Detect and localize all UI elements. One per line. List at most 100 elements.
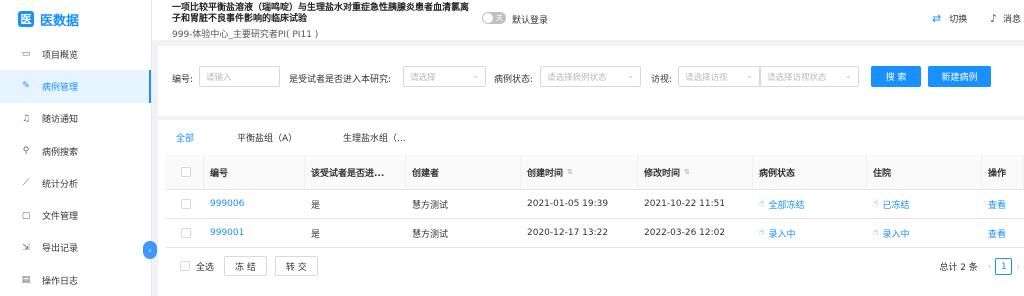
study-subtitle: 999-体验中心_主要研究者PI( PI11 ) xyxy=(172,30,319,40)
sidebar-item-6[interactable]: ⇲ 导出记录 xyxy=(0,232,151,264)
number-filter-placeholder: 请输入 xyxy=(206,72,232,83)
case-number-link[interactable]: 999001 xyxy=(204,219,305,247)
message-label: 消息 xyxy=(1003,15,1022,25)
sidebar-item-label: 随访通知 xyxy=(42,115,79,126)
sidebar-item-4[interactable]: ⟋ 统计分析 xyxy=(0,167,151,199)
tab-all[interactable]: 全部 xyxy=(176,131,194,144)
view-link[interactable]: 查看 xyxy=(982,190,1024,218)
prev-page-button[interactable]: ‹ xyxy=(988,262,992,272)
column-header-created[interactable]: 创建时间 ⇅ xyxy=(521,155,638,189)
new-case-button[interactable]: 新建病例 xyxy=(928,66,991,87)
sidebar-item-7[interactable]: ▤ 操作日志 xyxy=(0,264,151,296)
status-badge: ☝ 已冻结 xyxy=(873,198,910,211)
sidebar-item-label: 文件管理 xyxy=(42,212,79,223)
case-status-cell[interactable]: ☝ 录入中 xyxy=(753,219,867,247)
column-header-status: 病例状态 xyxy=(753,155,867,189)
sidebar-item-label: 病例搜索 xyxy=(42,147,79,158)
edit-icon: ☝ xyxy=(873,228,879,238)
inpatient-status-cell[interactable]: ☝ 录入中 xyxy=(867,219,982,247)
tab-balanced-salt[interactable]: 平衡盐组（A） xyxy=(237,131,297,144)
row-checkbox[interactable] xyxy=(181,228,191,238)
page-1-button[interactable]: 1 xyxy=(995,258,1013,275)
status-text: 已冻结 xyxy=(882,200,910,211)
sort-icon: ⇅ xyxy=(567,168,573,176)
tab-saline[interactable]: 生理盐水组（... xyxy=(343,131,406,144)
modified-cell: 2021-10-22 11:51 xyxy=(638,190,753,218)
sidebar-item-label: 统计分析 xyxy=(42,179,79,190)
export-icon: ⇲ xyxy=(22,242,30,253)
toggle-knob xyxy=(483,13,493,23)
switch-button[interactable]: ⇄ 切换 xyxy=(932,12,967,25)
case-number-link[interactable]: 999006 xyxy=(204,190,305,218)
switch-label: 切换 xyxy=(949,15,968,25)
inpatient-status-cell[interactable]: ☝ 已冻结 xyxy=(867,190,982,218)
number-filter-input[interactable]: 请输入 xyxy=(199,66,280,87)
sidebar-item-0[interactable]: ▭ 项目概览 xyxy=(0,38,151,70)
search-button[interactable]: 搜 索 xyxy=(871,66,921,87)
search-icon: ⚲ xyxy=(22,146,30,157)
chevron-down-icon: ⌄ xyxy=(845,71,852,80)
status-text: 全部冻结 xyxy=(768,200,805,211)
created-cell-text: 2021-01-05 19:39 xyxy=(527,199,609,209)
status-filter-select[interactable]: 请选择病例状态 ⌄ xyxy=(540,66,641,87)
view-link[interactable]: 查看 xyxy=(982,219,1024,247)
monitor-icon: ▭ xyxy=(21,49,31,60)
modified-cell-text: 2021-10-22 11:51 xyxy=(644,199,726,209)
footer-select-all-checkbox[interactable] xyxy=(180,261,190,271)
sidebar-item-3[interactable]: ⚲ 病例搜索 xyxy=(0,135,151,167)
case-number-link-text[interactable]: 999001 xyxy=(210,228,244,238)
bell-icon: ♫ xyxy=(21,113,31,124)
visit-filter-placeholder: 请选择访视 xyxy=(685,72,728,83)
visit-status-filter-select[interactable]: 请选择访视状态 ⌄ xyxy=(760,66,859,87)
column-header-modified[interactable]: 修改时间 ⇅ xyxy=(638,155,753,189)
column-header-number: 编号 xyxy=(204,155,305,189)
freeze-button[interactable]: 冻 结 xyxy=(224,256,267,276)
sidebar-item-1[interactable]: ✎ 病例管理 xyxy=(0,70,151,103)
column-header-entered: 该受试者是否进... xyxy=(305,155,406,189)
view-link-text[interactable]: 查看 xyxy=(988,227,1006,240)
creator-cell: 慧方测试 xyxy=(406,190,521,218)
creator-cell-text: 慧方测试 xyxy=(412,229,449,240)
entered-filter-placeholder: 请选择 xyxy=(410,72,436,83)
column-header-modified-label: 修改时间 xyxy=(644,168,681,179)
visit-filter-select[interactable]: 请选择访视 ⌄ xyxy=(678,66,760,87)
logo-text: 医数据 xyxy=(40,13,80,29)
entered-cell-text: 是 xyxy=(311,229,321,240)
select-all-checkbox[interactable] xyxy=(181,167,191,177)
case-number-link-text[interactable]: 999006 xyxy=(210,199,244,209)
view-link-text[interactable]: 查看 xyxy=(988,198,1006,211)
entered-filter-select[interactable]: 请选择 ⌄ xyxy=(403,66,486,87)
pagination: 总计 2 条 ‹ 1 › xyxy=(939,258,1024,275)
row-checkbox[interactable] xyxy=(181,199,191,209)
sort-icon: ⇅ xyxy=(684,168,690,176)
created-cell: 2020-12-17 13:22 xyxy=(521,219,638,247)
default-login-toggle[interactable]: 关 xyxy=(482,12,506,24)
edit-icon: ☝ xyxy=(759,228,765,238)
message-button[interactable]: ♪ 消息 xyxy=(990,12,1021,25)
sidebar-item-label: 项目概览 xyxy=(42,50,79,61)
next-page-button[interactable]: › xyxy=(1016,262,1020,272)
sidebar-collapse-button[interactable]: ‹ xyxy=(143,241,157,259)
sidebar: 医 医数据 ▭ 项目概览 ✎ 病例管理 ♫ 随访通知 ⚲ 病例搜索 ⟋ 统计分析 ▢ 文件管理 ⇲ 导出记… xyxy=(0,0,152,296)
transfer-button[interactable]: 转 交 xyxy=(274,256,318,276)
chevron-down-icon: ⌄ xyxy=(746,71,753,80)
case-status-cell[interactable]: ☝ 全部冻结 xyxy=(753,190,867,218)
creator-cell: 慧方测试 xyxy=(406,219,521,247)
created-cell-text: 2020-12-17 13:22 xyxy=(527,228,609,238)
visit-status-filter-placeholder: 请选择访视状态 xyxy=(767,72,827,83)
sidebar-item-5[interactable]: ▢ 文件管理 xyxy=(0,199,151,231)
bulk-actions: 全选 冻 结 转 交 xyxy=(180,256,326,276)
status-filter-placeholder: 请选择病例状态 xyxy=(547,72,607,83)
logo[interactable]: 医 医数据 xyxy=(0,0,151,38)
table-row: 999006 是 慧方测试 2021-01-05 19:39 2021-10-22 11… xyxy=(165,190,1024,219)
row-checkbox-cell xyxy=(165,190,204,218)
sidebar-item-label: 病例管理 xyxy=(42,82,79,93)
status-badge: ☝ 全部冻结 xyxy=(759,198,805,211)
sidebar-item-2[interactable]: ♫ 随访通知 xyxy=(0,103,151,135)
sidebar-item-label: 导出记录 xyxy=(42,244,79,255)
table-row: 999001 是 慧方测试 2020-12-17 13:22 2022-03-26 12… xyxy=(165,219,1024,248)
column-header-creator: 创建者 xyxy=(406,155,521,189)
default-login-label: 默认登录 xyxy=(512,16,549,26)
log-icon: ▤ xyxy=(21,275,31,286)
header: 一项比较平衡盐溶液（瑞鸣啶）与生理盐水对重症急性胰腺炎患者血清氯离子和胃脏不良事… xyxy=(152,0,1024,40)
